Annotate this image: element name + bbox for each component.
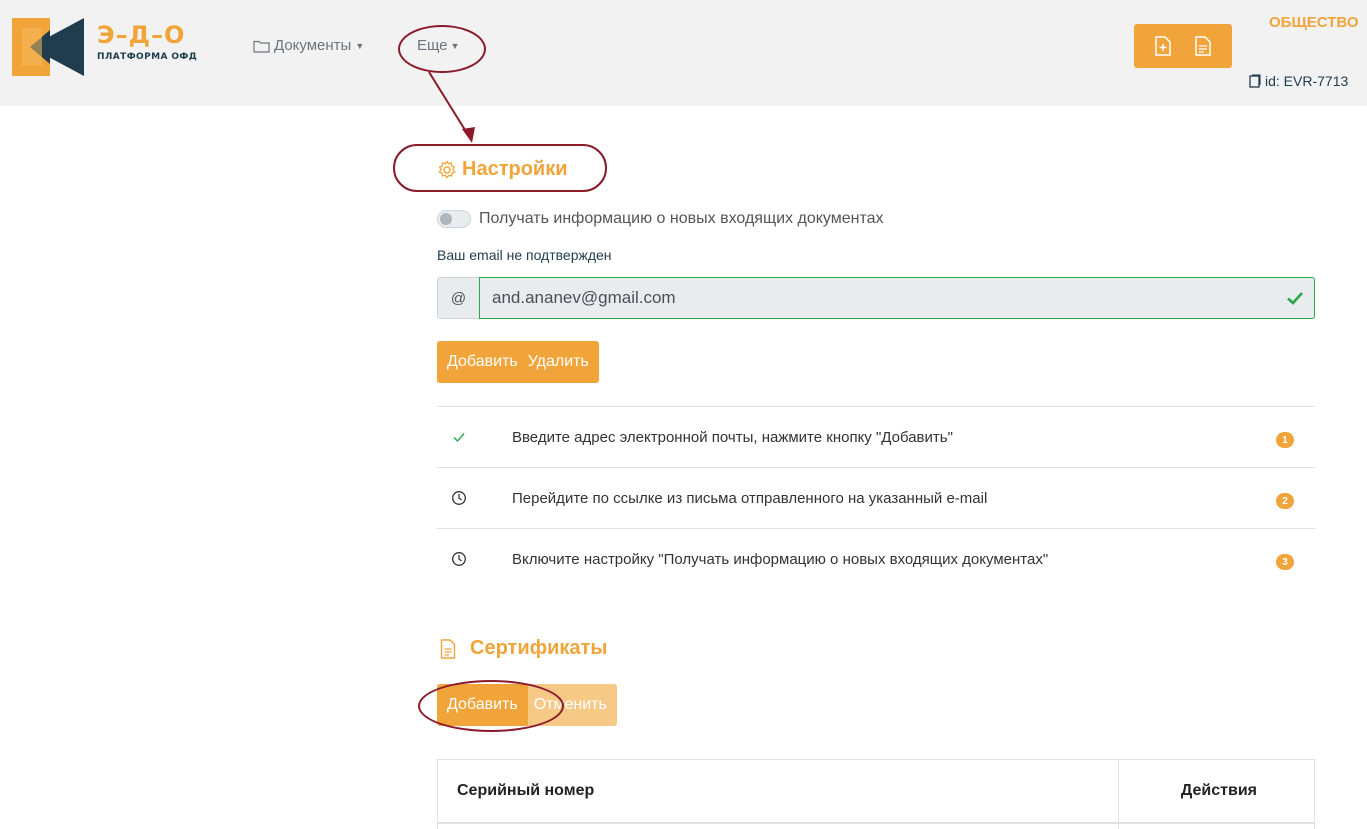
email-steps-list: Введите адрес электронной почты, нажмите… (437, 406, 1315, 589)
clock-icon (452, 491, 466, 505)
settings-heading: Настройки (437, 158, 568, 181)
logo-title: Э–Д–О (97, 21, 186, 49)
at-sign-addon: @ (437, 277, 479, 319)
logo-subtitle: ПЛАТФОРМА ОФД (97, 52, 198, 62)
organization-id[interactable]: id: EVR-7713 (1249, 73, 1348, 89)
nav-more-label: Еще (417, 37, 448, 54)
step-text: Введите адрес электронной почты, нажмите… (512, 429, 953, 446)
list-item: Введите адрес электронной почты, нажмите… (437, 406, 1315, 467)
certificates-heading: Сертификаты (440, 637, 607, 660)
step-text: Включите настройку "Получать информацию … (512, 551, 1049, 568)
list-item: Включите настройку "Получать информацию … (437, 528, 1315, 589)
valid-check-icon (1287, 292, 1303, 305)
step-text: Перейдите по ссылке из письма отправленн… (512, 490, 988, 507)
list-item: Перейдите по ссылке из письма отправленн… (437, 467, 1315, 528)
logo-text: Э–Д–О ПЛАТФОРМА ОФД (97, 22, 197, 62)
table-column-divider (1118, 824, 1119, 829)
gear-icon (438, 159, 456, 179)
step-badge: 1 (1276, 432, 1294, 448)
organization-name: ОБЩЕСТВО (1269, 14, 1359, 31)
certificates-title: Сертификаты (470, 637, 608, 659)
email-button-group: Добавить Удалить (437, 341, 599, 383)
caret-down-icon: ▼ (450, 40, 460, 51)
settings-title: Настройки (462, 158, 568, 180)
step-badge: 3 (1276, 554, 1294, 570)
logo-icon[interactable] (12, 18, 84, 76)
table-header-divider (438, 822, 1314, 824)
certificates-table: Серийный номер Действия (437, 759, 1315, 829)
document-icon (440, 638, 456, 659)
check-icon (453, 433, 465, 443)
header-action-buttons (1134, 24, 1232, 68)
toggle-knob (440, 213, 452, 225)
email-field[interactable] (479, 277, 1315, 319)
column-header-serial: Серийный номер (438, 760, 1119, 822)
nav-more-menu[interactable]: Еще ▼ (417, 37, 459, 54)
document-icon[interactable] (1194, 36, 1212, 56)
copy-icon (1249, 74, 1261, 88)
top-navbar: Э–Д–О ПЛАТФОРМА ОФД Документы ▼ Еще ▼ ОБ (0, 0, 1367, 106)
column-header-actions: Действия (1180, 782, 1257, 799)
page: Э–Д–О ПЛАТФОРМА ОФД Документы ▼ Еще ▼ ОБ (0, 0, 1367, 829)
clock-icon (452, 552, 466, 566)
caret-down-icon: ▼ (355, 40, 365, 51)
nav-documents-label: Документы (274, 37, 352, 54)
delete-email-button[interactable]: Удалить (523, 341, 599, 383)
email-input-group: @ (437, 277, 1315, 319)
organization-id-text: id: EVR-7713 (1265, 73, 1349, 89)
notify-toggle[interactable] (437, 210, 471, 228)
notify-toggle-label: Получать информацию о новых входящих док… (479, 210, 884, 227)
nav-documents-menu[interactable]: Документы ▼ (253, 37, 364, 54)
email-not-confirmed-text: Ваш email не подтвержден (437, 247, 612, 263)
step-badge: 2 (1276, 493, 1294, 509)
notify-toggle-row: Получать информацию о новых входящих док… (437, 210, 884, 228)
certificate-button-group: Добавить Отменить (437, 684, 617, 726)
folder-icon (253, 40, 270, 53)
add-document-icon[interactable] (1154, 36, 1172, 56)
add-certificate-button[interactable]: Добавить (437, 684, 528, 726)
cancel-certificate-button: Отменить (527, 684, 617, 726)
add-email-button[interactable]: Добавить (437, 341, 523, 383)
